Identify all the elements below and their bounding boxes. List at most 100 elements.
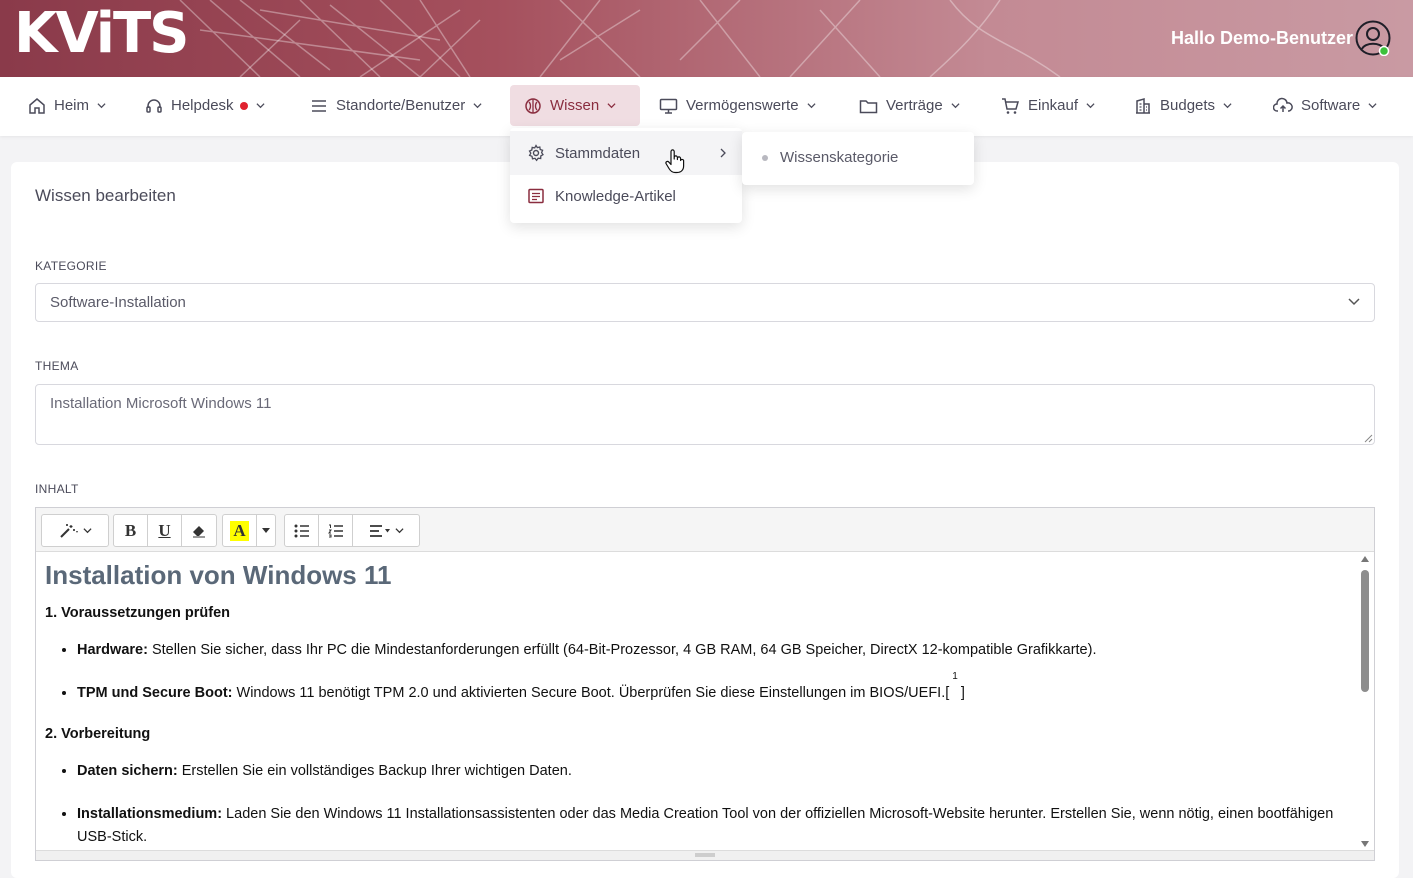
thema-label: THEMA [35, 359, 79, 373]
nav-item-budgets[interactable]: Budgets [1120, 85, 1246, 126]
chevron-down-icon [1086, 103, 1095, 109]
nav-label: Vermögenswerte [686, 97, 799, 114]
chevron-down-icon [1368, 103, 1377, 109]
headset-icon [146, 98, 162, 113]
editor-content[interactable]: Installation von Windows 11 1. Vorausset… [36, 552, 1356, 851]
nav-item-software[interactable]: Software [1259, 85, 1391, 126]
dropdown-item-knowledge-artikel[interactable]: Knowledge-Artikel [510, 174, 742, 218]
nav-label: Helpdesk [171, 97, 234, 114]
section-list: Hardware: Stellen Sie sicher, dass Ihr P… [45, 639, 1356, 706]
nav-item-einkauf[interactable]: Einkauf [987, 85, 1109, 126]
brain-icon [525, 97, 541, 114]
user-avatar-icon[interactable] [1355, 20, 1391, 56]
resize-grip-icon[interactable] [1363, 433, 1373, 443]
kategorie-select[interactable]: Software-Installation [35, 283, 1375, 322]
list-item-label: TPM und Secure Boot: [77, 685, 233, 701]
chevron-down-icon [807, 103, 816, 109]
caret-down-icon [262, 527, 270, 533]
nav-label: Einkauf [1028, 97, 1079, 114]
editor-resize-bar[interactable] [36, 850, 1374, 860]
color-group: A [222, 514, 276, 547]
list-item: Daten sichern: Erstellen Sie ein vollstä… [77, 760, 1356, 783]
nav-label: Software [1301, 97, 1361, 114]
scroll-down-icon[interactable] [1361, 841, 1369, 847]
dropdown-item-stammdaten[interactable]: Stammdaten [510, 131, 742, 175]
nav-label: Verträge [886, 97, 943, 114]
scrollbar-thumb[interactable] [1361, 570, 1369, 692]
gear-icon [528, 144, 544, 162]
clear-format-button[interactable] [182, 515, 216, 546]
thema-textarea[interactable]: Installation Microsoft Windows 11 [35, 384, 1375, 445]
nav-label: Standorte/Benutzer [336, 97, 466, 114]
footnote-ref[interactable]: 1 [952, 671, 958, 682]
nav-item-heim[interactable]: Heim [14, 85, 120, 126]
list-item-label: Installationsmedium: [77, 806, 223, 822]
list-item: TPM und Secure Boot: Windows 11 benötigt… [77, 671, 1356, 706]
monitor-icon [659, 98, 678, 114]
list-item-text: Laden Sie den Windows 11 Installationsas… [77, 806, 1334, 845]
style-group [41, 514, 109, 547]
hand-pointer-icon [665, 149, 685, 174]
bullet-list-button[interactable] [285, 515, 319, 546]
color-dropdown-button[interactable] [257, 515, 275, 546]
numbered-list-button[interactable] [319, 515, 353, 546]
color-label: A [230, 520, 249, 541]
align-left-icon [369, 524, 390, 537]
nav-label: Budgets [1160, 97, 1216, 114]
bullet-icon [762, 154, 768, 161]
article-icon [528, 188, 544, 204]
rich-text-editor: B U A Installation von Windows 11 1. Vor… [35, 507, 1375, 861]
nav-item-vertraege[interactable]: Verträge [845, 85, 974, 126]
chevron-down-icon [256, 103, 265, 109]
notification-dot [239, 101, 248, 110]
underline-label: U [158, 520, 171, 540]
nav-item-vermoegenswerte[interactable]: Vermögenswerte [645, 85, 830, 126]
nav-item-wissen[interactable]: Wissen [510, 85, 640, 126]
chevron-down-icon [394, 528, 404, 534]
scroll-up-icon[interactable] [1361, 556, 1369, 562]
chevron-down-icon [951, 103, 960, 109]
list-item-text: Stellen Sie sicher, dass Ihr PC die Mind… [147, 642, 1097, 658]
kategorie-value: Software-Installation [50, 294, 186, 311]
list-item-label: Daten sichern: [77, 763, 178, 779]
editor-scrollbar[interactable] [1356, 552, 1374, 851]
user-greeting: Hallo Demo-Benutzer [1170, 28, 1353, 48]
nav-item-helpdesk[interactable]: Helpdesk [131, 85, 279, 126]
stammdaten-submenu: Wissenskategorie [742, 132, 974, 185]
content-heading: Installation von Windows 11 [45, 560, 392, 590]
chevron-down-icon [1223, 103, 1232, 109]
list-item-text: Erstellen Sie ein vollständiges Backup I… [177, 763, 572, 779]
list-item-text: Windows 11 benötigt TPM 2.0 und aktivier… [232, 685, 950, 701]
paragraph-align-button[interactable] [353, 515, 419, 546]
kvits-logo[interactable]: KViTS [14, 2, 189, 66]
nav-item-standorte-benutzer[interactable]: Standorte/Benutzer [296, 85, 496, 126]
submenu-item-wissenskategorie[interactable]: Wissenskategorie [762, 149, 898, 166]
building-icon [1136, 97, 1150, 114]
chevron-down-icon [473, 103, 482, 109]
dropdown-item-label: Stammdaten [555, 144, 641, 162]
chevron-right-icon [720, 148, 726, 158]
resize-handle-icon[interactable] [695, 853, 715, 858]
eraser-icon [193, 525, 205, 537]
section-list: Daten sichern: Erstellen Sie ein vollstä… [45, 760, 1356, 849]
chevron-down-icon [1348, 298, 1360, 306]
underline-button[interactable]: U [148, 515, 182, 546]
editor-toolbar: B U A [36, 508, 1374, 552]
inhalt-label: INHALT [35, 482, 79, 496]
list-item-label: Hardware: [77, 642, 148, 658]
list-item: Installationsmedium: Laden Sie den Windo… [77, 803, 1356, 849]
home-icon [29, 97, 45, 114]
chevron-down-icon [82, 528, 92, 534]
magic-wand-icon [59, 523, 78, 538]
submenu-item-label: Wissenskategorie [780, 149, 899, 166]
numbered-list-icon [327, 524, 343, 537]
nav-label: Wissen [550, 97, 600, 114]
bold-button[interactable]: B [114, 515, 148, 546]
font-style-group: B U [113, 514, 217, 547]
list-item: Hardware: Stellen Sie sicher, dass Ihr P… [77, 639, 1356, 662]
text-color-button[interactable]: A [223, 515, 257, 546]
cloud-upload-icon [1273, 97, 1293, 112]
section-heading: 2. Vorbereitung [45, 726, 151, 742]
folder-icon [859, 99, 878, 113]
magic-style-button[interactable] [42, 515, 108, 546]
